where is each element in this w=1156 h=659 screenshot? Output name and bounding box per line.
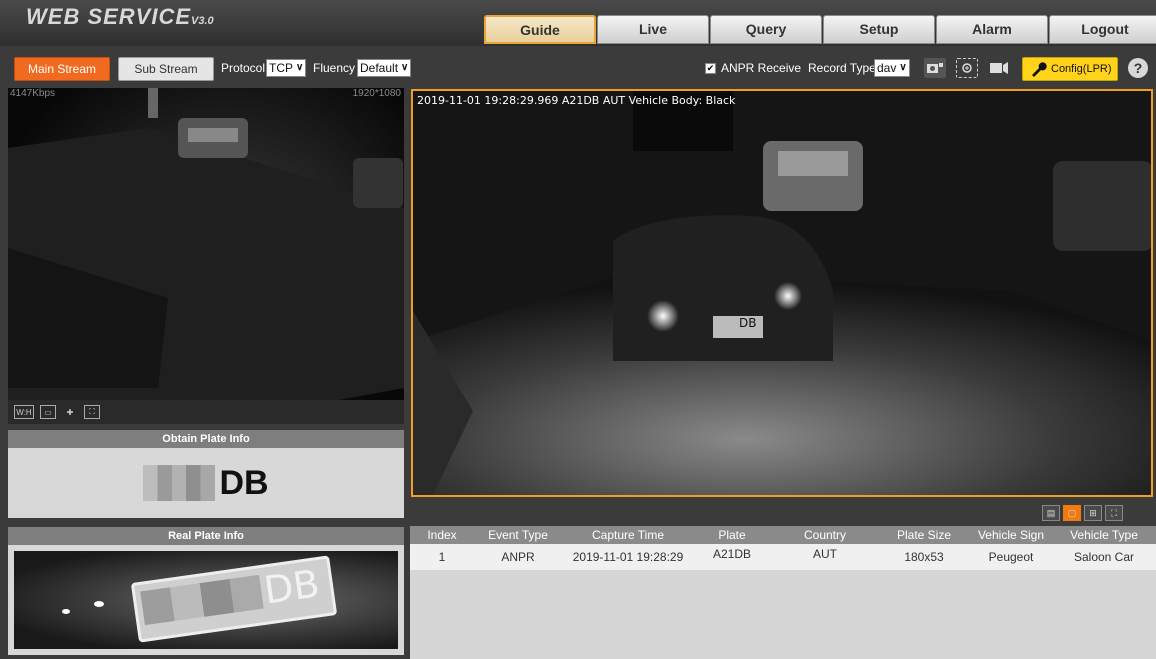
obtain-plate-header: Obtain Plate Info — [8, 430, 404, 448]
chevron-down-icon: ∨ — [401, 62, 409, 73]
cell-plate-size: 180x53 — [904, 550, 944, 564]
col-event-type: Event Type — [488, 528, 548, 542]
col-index: Index — [427, 528, 457, 542]
window-mode-icon[interactable]: ▭ — [40, 405, 56, 419]
col-capture-time: Capture Time — [591, 528, 665, 542]
tab-query[interactable]: Query — [710, 15, 822, 44]
main-stream-button[interactable]: Main Stream — [14, 57, 110, 81]
obtain-plate-text: DB — [219, 463, 269, 502]
app-root: WEB SERVICEV3.0 Guide Live Query Setup A… — [0, 0, 1156, 659]
cell-vehicle-type: Saloon Car — [1073, 550, 1135, 564]
cell-country: AUT — [813, 547, 837, 561]
tab-logout[interactable]: Logout — [1049, 15, 1156, 44]
main-tabs: Guide Live Query Setup Alarm Logout — [484, 15, 1156, 44]
tab-setup[interactable]: Setup — [823, 15, 935, 44]
fluency-label: Fluency — [313, 61, 356, 75]
chevron-down-icon: ∨ — [899, 62, 907, 73]
sub-stream-button[interactable]: Sub Stream — [118, 57, 214, 81]
record-video-icon[interactable] — [988, 58, 1010, 78]
help-icon[interactable]: ? — [1128, 58, 1148, 78]
wrench-icon — [1032, 62, 1047, 77]
quad-view-icon[interactable]: ⊞ — [1084, 505, 1102, 521]
cell-plate: A21DB — [712, 547, 752, 561]
zoom-region-icon[interactable] — [956, 58, 978, 78]
anpr-receive-label: ANPR Receive — [721, 61, 802, 75]
header-bar: WEB SERVICEV3.0 Guide Live Query Setup A… — [0, 0, 1156, 46]
real-plate-image: DB — [14, 551, 398, 649]
tab-live[interactable]: Live — [597, 15, 709, 44]
anpr-receive-checkbox[interactable]: ✔ — [705, 63, 716, 74]
live-preview-frame — [8, 88, 404, 424]
ptz-icon[interactable]: ✚ — [62, 405, 78, 419]
real-plate-panel: DB — [8, 545, 404, 655]
protocol-label: Protocol — [221, 61, 266, 75]
col-vehicle-type: Vehicle Type — [1070, 528, 1138, 542]
real-plate-header: Real Plate Info — [8, 527, 404, 545]
cell-vehicle-sign: Peugeot — [988, 550, 1034, 564]
resolution-readout: 1920*1080 — [352, 88, 401, 99]
col-plate: Plate — [718, 528, 746, 542]
cell-capture-time: 2019-11-01 19:28:29 — [572, 550, 684, 564]
protocol-select[interactable]: TCP ∨ — [266, 59, 307, 77]
config-lpr-button[interactable]: Config(LPR) — [1022, 57, 1118, 81]
capture-plate-overlay: DB — [739, 316, 757, 330]
cell-index: 1 — [438, 550, 446, 564]
bitrate-readout: 4147Kbps — [10, 88, 56, 99]
aspect-ratio-icon[interactable]: W:H — [14, 405, 34, 419]
event-table: Index Event Type Capture Time Plate Coun… — [410, 526, 1156, 659]
tab-alarm[interactable]: Alarm — [936, 15, 1048, 44]
tab-guide[interactable]: Guide — [484, 15, 596, 44]
col-vehicle-sign: Vehicle Sign — [977, 528, 1045, 542]
capture-frame — [413, 91, 1151, 495]
real-plate-text: DB — [261, 561, 323, 613]
obtain-plate-panel: DB — [8, 448, 404, 518]
cell-event-type: ANPR — [501, 550, 535, 564]
table-header: Index Event Type Capture Time Plate Coun… — [410, 526, 1156, 544]
preview-controls: W:H ▭ ✚ ⛶ — [8, 400, 404, 424]
col-plate-size: Plate Size — [896, 528, 952, 542]
fluency-select[interactable]: Default ∨ — [357, 59, 412, 77]
fullscreen-icon[interactable]: ⛶ — [84, 405, 100, 419]
live-preview-video[interactable]: 4147Kbps 1920*1080 — [8, 88, 404, 424]
toolbar: Main Stream Sub Stream Protocol TCP ∨ Flu… — [0, 50, 1156, 86]
capture-osd-text: 2019-11-01 19:28:29.969 A21DB AUT Vehicl… — [417, 94, 736, 107]
layout-buttons: ▤ ▢ ⊞ ⛶ — [1042, 505, 1123, 521]
plate-blur — [143, 465, 216, 501]
single-view-icon[interactable]: ▢ — [1063, 505, 1081, 521]
table-row[interactable]: 1 ANPR 2019-11-01 19:28:29 A21DB AUT 180… — [410, 544, 1156, 570]
web-service-logo: WEB SERVICEV3.0 — [26, 4, 214, 29]
col-country: Country — [803, 528, 847, 542]
chevron-down-icon: ∨ — [296, 62, 304, 73]
record-type-select[interactable]: dav ∨ — [874, 59, 910, 77]
record-type-label: Record Type — [808, 61, 876, 75]
capture-video[interactable]: DB 2019-11-01 19:28:29.969 A21DB AUT Veh… — [411, 89, 1153, 497]
manual-snapshot-icon[interactable] — [924, 58, 946, 78]
snapshot-list-icon[interactable]: ▤ — [1042, 505, 1060, 521]
fullscreen-icon[interactable]: ⛶ — [1105, 505, 1123, 521]
